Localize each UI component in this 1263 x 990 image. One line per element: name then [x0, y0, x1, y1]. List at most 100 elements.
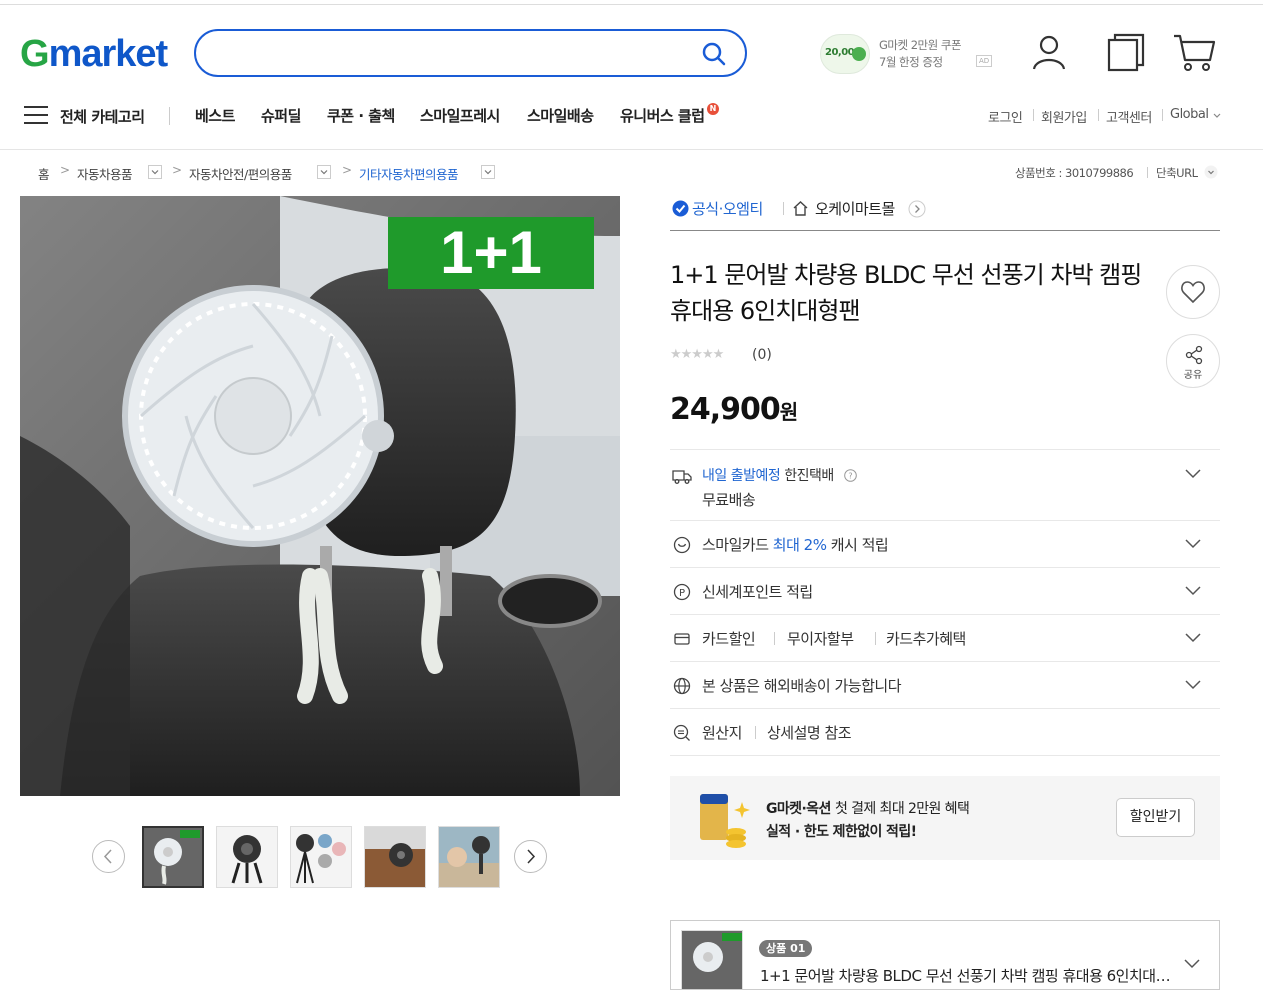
- share-button[interactable]: 공유: [1166, 334, 1220, 388]
- search-icon[interactable]: [701, 41, 727, 67]
- card-divider: [774, 632, 775, 645]
- breadcrumb-home[interactable]: 홈: [38, 164, 50, 183]
- customer-center-link[interactable]: 고객센터: [1106, 107, 1152, 126]
- thumbnail-3[interactable]: [290, 826, 352, 888]
- official-check-icon: [672, 200, 689, 217]
- review-count[interactable]: (0): [752, 347, 772, 363]
- svg-text:P: P: [679, 588, 685, 599]
- share-label: 공유: [1183, 370, 1203, 381]
- card-coins-icon: [700, 794, 750, 848]
- breadcrumb-separator: >: [60, 163, 71, 177]
- chevron-down-icon: [484, 170, 492, 175]
- smilecard-row[interactable]: 스마일카드 최대 2% 캐시 적립: [670, 521, 1220, 568]
- magnifier-icon: [673, 724, 690, 741]
- free-shipping: 무료배송: [702, 491, 756, 509]
- divider: [670, 755, 1220, 756]
- hamburger-menu-icon[interactable]: [24, 106, 48, 124]
- thumb-prev-button[interactable]: [92, 840, 125, 873]
- coupon-line1: G마켓 2만원 쿠폰: [879, 38, 962, 52]
- coupon-ad-banner[interactable]: 20,000 G마켓 2만원 쿠폰 7월 한정 증정 AD: [820, 30, 1000, 78]
- cart-icon[interactable]: [1172, 32, 1216, 72]
- overseas-shipping-row[interactable]: 본 상품은 해외배송이 가능합니다: [670, 662, 1220, 709]
- smilecard-suffix: 캐시 적립: [830, 536, 889, 554]
- shop-name-link[interactable]: 오케이마트몰: [815, 198, 895, 219]
- ad-label: AD: [976, 55, 993, 67]
- price-currency: 원: [779, 400, 798, 424]
- chevron-left-icon: [103, 849, 112, 864]
- option-text: 1+1 문어발 차량용 BLDC 무선 선풍기 차박 캠핑 휴대용 6인치대형팬: [760, 967, 1180, 985]
- chevron-down-icon[interactable]: [1204, 165, 1218, 179]
- card-discount: 카드할인: [702, 630, 756, 648]
- promo-line1: G마켓·옥션 첫 결제 최대 2만원 혜택: [766, 798, 970, 818]
- thumb-image: [217, 827, 277, 887]
- shipping-row[interactable]: 내일 출발예정 한진택배 ? 무료배송: [670, 449, 1220, 521]
- chevron-down-icon: [1185, 633, 1201, 643]
- chevron-down-icon: [1185, 469, 1201, 479]
- title-top-divider: [670, 230, 1220, 231]
- nav-divider: [169, 107, 170, 125]
- promo-line2: 실적 · 한도 제한없이 적립!: [766, 824, 917, 840]
- thumbnail-1[interactable]: [142, 826, 204, 888]
- signup-link[interactable]: 회원가입: [1041, 107, 1087, 126]
- user-icon[interactable]: [1029, 32, 1069, 72]
- coin-icon: [852, 47, 866, 61]
- search-box: [194, 29, 747, 77]
- coupon-badge: 20,000: [820, 34, 870, 74]
- thumbnail-5[interactable]: [438, 826, 500, 888]
- nav-item-coupon-checkin[interactable]: 쿠폰 · 출첵: [327, 105, 395, 126]
- global-link[interactable]: Global: [1170, 107, 1209, 122]
- chevron-right-icon[interactable]: [908, 200, 926, 218]
- chevron-down-icon: [1185, 539, 1201, 549]
- breadcrumb-dropdown[interactable]: [481, 165, 495, 179]
- nav-item-best[interactable]: 베스트: [195, 105, 235, 126]
- thumbnail-4[interactable]: [364, 826, 426, 888]
- thumb-next-button[interactable]: [514, 840, 547, 873]
- price: 24,900원: [670, 392, 798, 427]
- chevron-down-icon: [1185, 586, 1201, 596]
- card-benefit-row[interactable]: 카드할인 무이자할부 카드추가혜택: [670, 615, 1220, 662]
- breadcrumb-safety-convenience[interactable]: 자동차안전/편의용품: [189, 164, 292, 183]
- shinsegae-point-row[interactable]: P 신세계포인트 적립: [670, 568, 1220, 615]
- chevron-down-icon: [320, 170, 328, 175]
- util-divider: [1033, 109, 1034, 121]
- origin-row: 원산지 상세설명 참조: [670, 709, 1220, 756]
- gmarket-logo[interactable]: Gmarket: [20, 34, 168, 74]
- thumb-image: [365, 827, 425, 887]
- top-border: [0, 4, 1263, 5]
- login-link[interactable]: 로그인: [988, 107, 1023, 126]
- svg-text:?: ?: [848, 472, 852, 481]
- breadcrumb-auto-supplies[interactable]: 자동차용품: [77, 164, 133, 183]
- wishlist-button[interactable]: [1166, 265, 1220, 319]
- main-nav: 전체 카테고리 베스트 슈퍼딜 쿠폰 · 출첵 스마일프레시 스마일배송 유니버…: [0, 100, 1263, 134]
- get-discount-button[interactable]: 할인받기: [1116, 798, 1195, 837]
- smilecard-rate: 최대 2%: [772, 536, 827, 554]
- official-badge-link[interactable]: 공식·오엠티: [692, 198, 763, 219]
- nav-item-smile-fresh[interactable]: 스마일프레시: [420, 105, 500, 126]
- chevron-down-icon: [1213, 113, 1221, 118]
- breadcrumb-other-convenience[interactable]: 기타자동차편의용품: [359, 164, 459, 183]
- product-number: 상품번호 : 3010799886: [1015, 166, 1134, 180]
- all-categories-button[interactable]: 전체 카테고리: [60, 106, 145, 127]
- ship-carrier: 한진택배: [784, 468, 834, 484]
- recent-items-icon[interactable]: [1106, 32, 1146, 72]
- origin-value: 상세설명 참조: [767, 724, 852, 742]
- breadcrumb-dropdown[interactable]: [317, 165, 331, 179]
- breadcrumb-dropdown[interactable]: [148, 165, 162, 179]
- nav-item-superdeal[interactable]: 슈퍼딜: [261, 105, 301, 126]
- thumbnail-2[interactable]: [216, 826, 278, 888]
- shop-home-icon: [793, 201, 808, 216]
- help-icon[interactable]: ?: [844, 469, 857, 482]
- chevron-down-icon: [1185, 680, 1201, 690]
- search-input[interactable]: [216, 41, 696, 65]
- nav-item-smile-delivery[interactable]: 스마일배송: [527, 105, 594, 126]
- credit-card-icon: [674, 633, 690, 645]
- one-plus-one-badge: 1+1: [388, 217, 594, 289]
- breadcrumb-separator: >: [342, 163, 353, 177]
- payment-promo-banner[interactable]: G마켓·옥션 첫 결제 최대 2만원 혜택 실적 · 한도 제한없이 적립! 할…: [670, 776, 1220, 860]
- origin-divider: [755, 726, 756, 739]
- nav-item-universe-club[interactable]: 유니버스 클럽: [620, 105, 705, 126]
- short-url-button[interactable]: 단축URL: [1156, 165, 1198, 181]
- chevron-down-icon: [1184, 959, 1200, 969]
- share-icon: [1185, 345, 1203, 365]
- selected-option-box[interactable]: 상품 01 1+1 문어발 차량용 BLDC 무선 선풍기 차박 캠핑 휴대용 …: [670, 920, 1220, 990]
